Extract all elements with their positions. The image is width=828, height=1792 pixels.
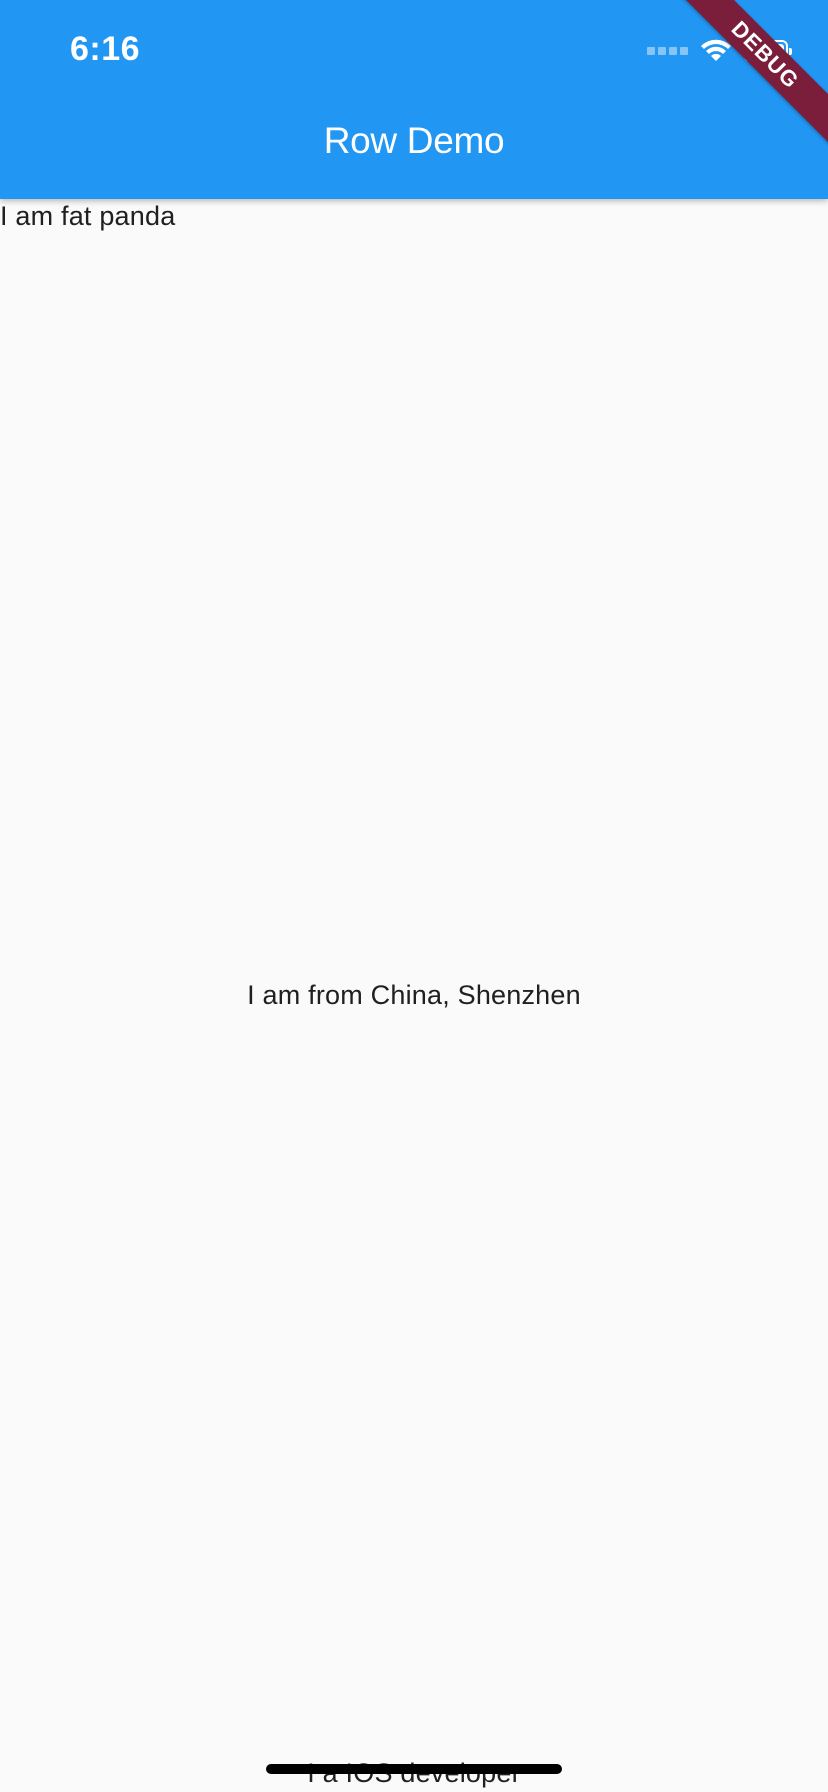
text-fat-panda: I am fat panda (0, 201, 176, 231)
status-time: 6:16 (70, 30, 141, 68)
app-bar: 6:16 Row Demo (0, 0, 828, 199)
home-indicator[interactable] (266, 1764, 562, 1774)
wifi-icon (700, 39, 732, 63)
page-title: Row Demo (323, 120, 505, 161)
cellular-signal-icon (647, 47, 688, 55)
text-from-shenzhen: I am from China, Shenzhen (247, 980, 581, 1010)
screen: 6:16 Row Demo DEBUG I am fat panda I am … (0, 0, 828, 1792)
